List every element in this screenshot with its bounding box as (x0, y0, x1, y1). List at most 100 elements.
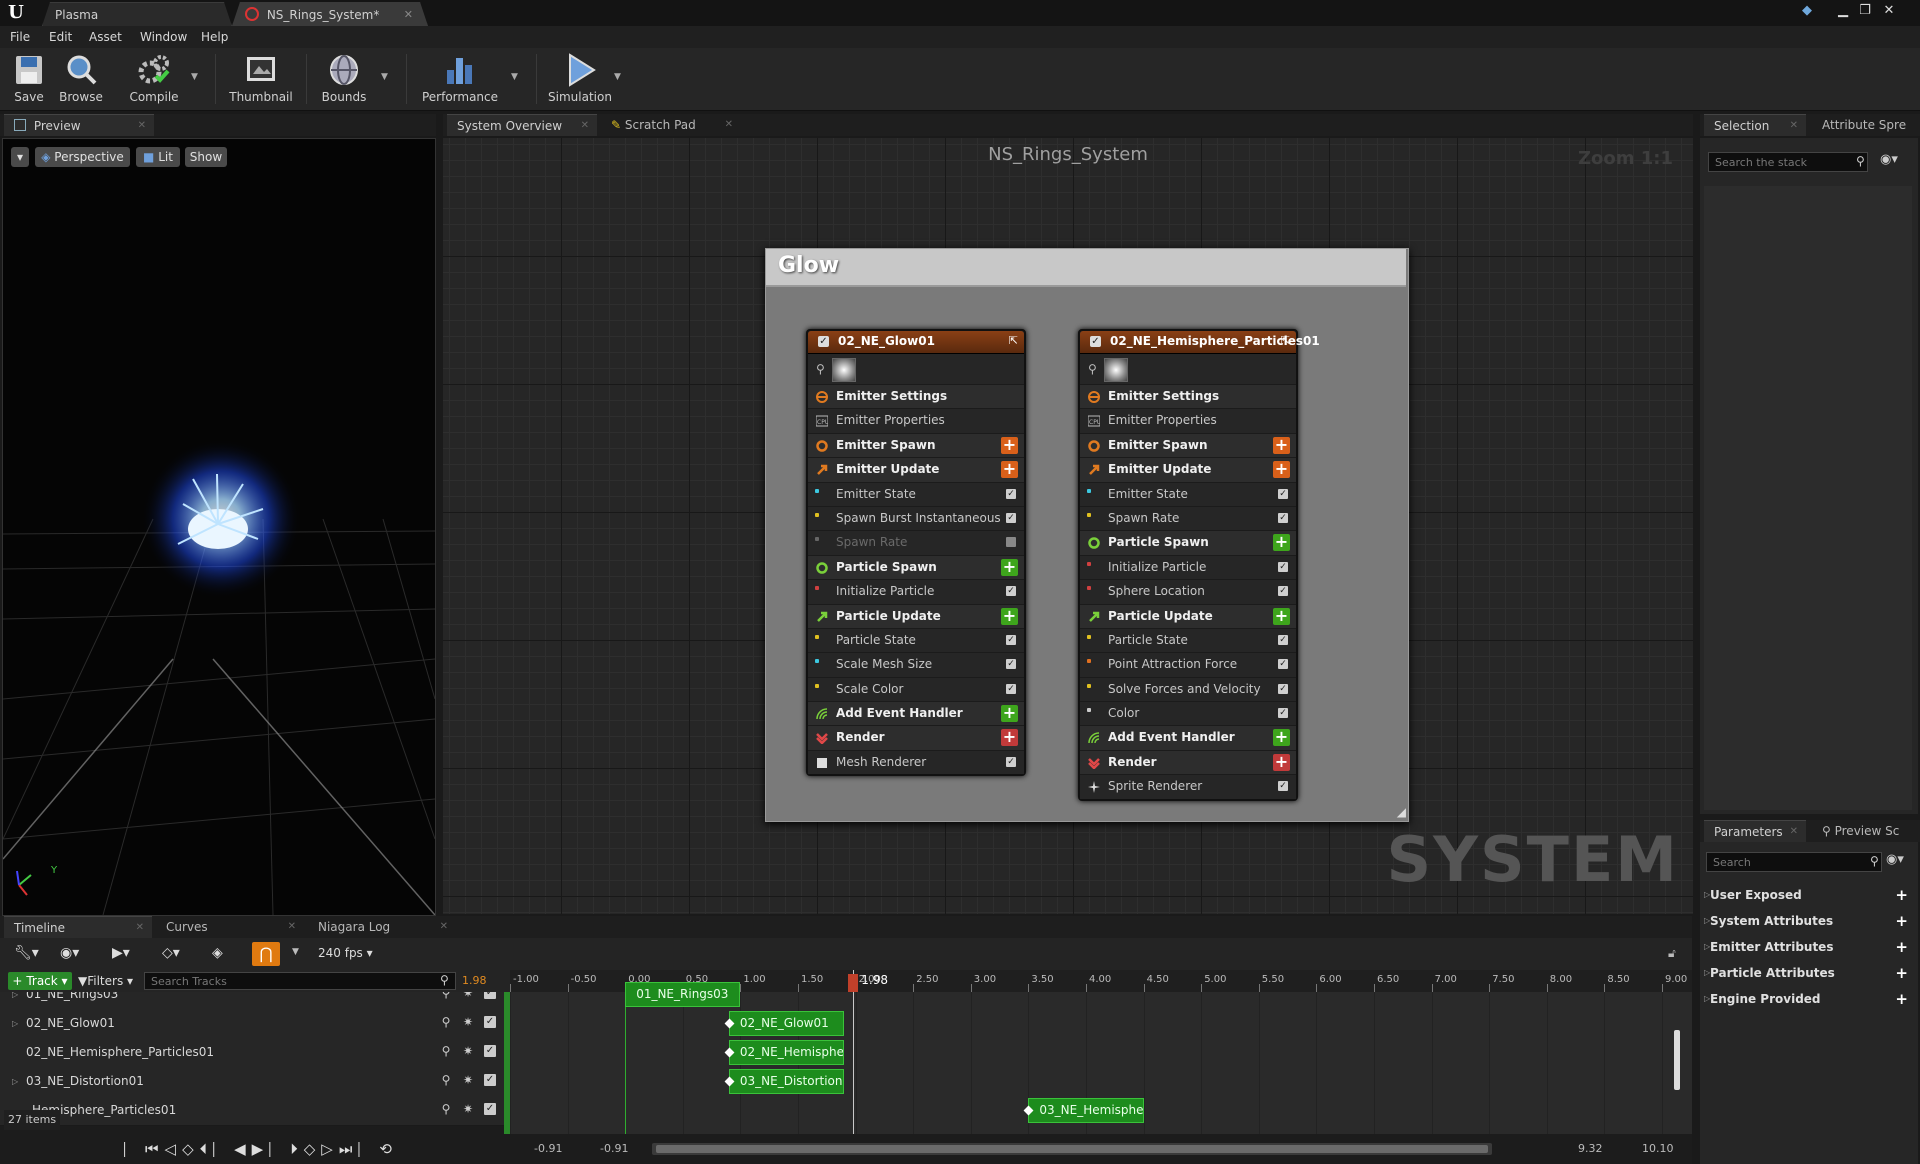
add-parameter-button[interactable]: + (1895, 882, 1908, 908)
compile-button[interactable]: Compile (126, 48, 182, 110)
tab-preview[interactable]: Preview ✕ (4, 114, 154, 136)
module-enable-checkbox[interactable]: ✓ (1006, 488, 1016, 499)
add-parameter-button[interactable]: + (1895, 986, 1908, 1012)
window-close-icon[interactable]: ✕ (1878, 2, 1900, 20)
expand-arrow-icon[interactable]: ▷ (12, 1067, 18, 1096)
add-module-button[interactable]: + (1001, 729, 1018, 747)
menu-edit[interactable]: Edit (49, 26, 72, 48)
close-icon[interactable]: ✕ (404, 3, 413, 27)
isolate-icon[interactable]: ✷ (462, 992, 474, 999)
current-time-field[interactable]: 1.98 (462, 974, 487, 987)
parameters-search-input[interactable]: Search (1706, 852, 1882, 872)
emitter-timeline-segment[interactable]: 03_NE_Hemisphere (1028, 1098, 1144, 1123)
open-external-icon[interactable]: ⇱ (1009, 334, 1018, 347)
stack-module-emitter-state[interactable]: Emitter State ✓ (808, 481, 1024, 506)
stack-module-particle-state[interactable]: Particle State ✓ (808, 627, 1024, 653)
add-track-button[interactable]: + Track ▾ (8, 972, 72, 990)
snap-magnet-icon[interactable]: ⋂ (252, 942, 280, 966)
fps-selector[interactable]: 240 fps ▾ (318, 946, 373, 960)
loop-icon[interactable]: ⟲ (379, 1140, 398, 1158)
param-group-engine-provided[interactable]: ▷ Engine Provided + (1700, 986, 1918, 1012)
filters-button[interactable]: ▼Filters ▾ (78, 972, 133, 990)
tab-attribute-spreadsheet[interactable]: Attribute Spre (1812, 114, 1920, 136)
stack-module-emitter-state[interactable]: Emitter State ✓ (1080, 481, 1296, 506)
set-end-icon[interactable]: ⎸ (358, 1140, 379, 1158)
tab-parameters[interactable]: Parameters ✕ (1704, 820, 1806, 842)
doc-tab-ns-rings-system[interactable]: NS_Rings_System* ✕ (232, 2, 428, 26)
range-scrollbar-thumb[interactable] (656, 1145, 1488, 1153)
module-enable-checkbox[interactable]: ✓ (1006, 683, 1016, 694)
add-module-button[interactable]: + (1001, 436, 1018, 454)
add-module-button[interactable]: + (1273, 461, 1290, 479)
emitter-timeline-segment[interactable]: 03_NE_Distortion0 (728, 1069, 845, 1094)
close-icon[interactable]: ✕ (138, 115, 146, 137)
stack-module-initialize-particle[interactable]: Initialize Particle ✓ (808, 579, 1024, 604)
pin-icon[interactable]: ⚲ (440, 1016, 452, 1028)
perspective-button[interactable]: ◈ Perspective (35, 147, 130, 167)
param-group-particle-attributes[interactable]: ▷ Particle Attributes + (1700, 960, 1918, 986)
module-enable-checkbox[interactable]: ✓ (1278, 659, 1288, 670)
viewport-options-button[interactable]: ▾ (11, 147, 29, 167)
simulation-options-caret-icon[interactable]: ▼ (614, 72, 621, 82)
stack-module-solve-forces-and-velocity[interactable]: Solve Forces and Velocity ✓ (1080, 676, 1296, 702)
snap-options-caret-icon[interactable]: ▼ (292, 947, 299, 957)
working-range-start[interactable]: -0.91 (600, 1142, 628, 1155)
tab-system-overview[interactable]: System Overview ✕ (447, 114, 597, 136)
stack-module-spawn-rate[interactable]: Spawn Rate ✓ (1080, 505, 1296, 531)
track-enable-checkbox[interactable]: ✓ (484, 992, 496, 999)
emitter-node-glow[interactable]: ✓ 02_NE_Glow01 ⇱ ⚲ Emitter Settings CPU Em… (806, 329, 1026, 777)
doc-tab-plasma[interactable]: Plasma (42, 2, 232, 26)
isolate-icon[interactable]: ✷ (462, 1016, 474, 1028)
pin-icon[interactable]: ⚲ (440, 1074, 452, 1086)
stack-group-add-event-handler[interactable]: Add Event Handler + (808, 701, 1024, 726)
simulation-button[interactable]: Simulation (546, 48, 614, 110)
close-icon[interactable]: ✕ (440, 916, 448, 938)
emitter-enable-checkbox[interactable]: ✓ (818, 336, 829, 347)
playhead-line[interactable] (853, 970, 855, 1150)
stack-module-spawn-rate[interactable]: Spawn Rate ✓ (808, 530, 1024, 555)
step-back-icon[interactable]: ⏴⎸ (200, 1140, 235, 1158)
working-range-end[interactable]: 9.32 (1578, 1142, 1603, 1155)
stack-group-render[interactable]: Render + (808, 725, 1024, 750)
stack-module-sphere-location[interactable]: Sphere Location ✓ (1080, 579, 1296, 604)
module-enable-checkbox[interactable]: ✓ (1006, 537, 1016, 548)
add-module-button[interactable]: + (1001, 705, 1018, 723)
visibility-eye-icon[interactable]: ◉▾ (1886, 852, 1904, 867)
vertical-scrollbar[interactable] (1674, 1030, 1680, 1090)
key-auto-icon[interactable]: ◈ (212, 945, 223, 961)
visibility-eye-icon[interactable]: ◉▾ (1880, 152, 1898, 167)
add-module-button[interactable]: + (1273, 729, 1290, 747)
close-icon[interactable]: ✕ (725, 114, 733, 136)
isolate-icon[interactable]: ✷ (462, 1103, 474, 1115)
performance-options-caret-icon[interactable]: ▼ (511, 72, 518, 82)
step-forward-icon[interactable]: ⎸⏵ (269, 1140, 304, 1158)
stack-module-scale-color[interactable]: Scale Color ✓ (808, 676, 1024, 702)
range-scrollbar[interactable] (652, 1143, 1492, 1155)
emitter-timeline-segment[interactable]: 02_NE_Hemisphere (728, 1040, 845, 1065)
add-module-button[interactable]: + (1001, 461, 1018, 479)
playhead-handle[interactable] (848, 974, 859, 992)
stack-group-add-event-handler[interactable]: Add Event Handler + (1080, 725, 1296, 750)
add-module-button[interactable]: + (1001, 607, 1018, 625)
close-icon[interactable]: ✕ (288, 916, 296, 938)
restore-icon[interactable]: ❐ (1854, 2, 1876, 20)
isolate-icon[interactable]: ✷ (462, 1074, 474, 1086)
lock-icon[interactable]: 🔓︎ (1668, 946, 1676, 961)
track-row[interactable]: ▷ 02_NE_Glow01 ⚲ ✷ ✓ (0, 1009, 510, 1039)
show-button[interactable]: Show (185, 147, 227, 167)
stack-module-emitter-properties[interactable]: CPU Emitter Properties (1080, 408, 1296, 433)
stack-module-emitter-properties[interactable]: CPU Emitter Properties (808, 408, 1024, 433)
pin-icon[interactable]: ⚲ (440, 992, 452, 999)
stack-module-spawn-burst-instantaneous[interactable]: Spawn Burst Instantaneous ✓ (808, 505, 1024, 531)
module-enable-checkbox[interactable]: ✓ (1278, 561, 1288, 572)
tab-niagara-log[interactable]: Niagara Log ✕ (308, 916, 456, 938)
wrench-icon[interactable]: 🔧︎▾ (14, 945, 39, 961)
emitter-timeline-segment[interactable]: 01_NE_Rings03 (625, 982, 741, 1007)
close-icon[interactable]: ✕ (581, 115, 589, 137)
param-group-emitter-attributes[interactable]: ▷ Emitter Attributes + (1700, 934, 1918, 960)
keyframe-icon[interactable]: ◇▾ (162, 945, 180, 961)
module-enable-checkbox[interactable]: ✓ (1278, 634, 1288, 645)
search-tracks-input[interactable]: Search Tracks (144, 972, 456, 990)
stack-group-emitter-settings[interactable]: Emitter Settings (808, 384, 1024, 409)
module-enable-checkbox[interactable]: ✓ (1278, 781, 1288, 792)
